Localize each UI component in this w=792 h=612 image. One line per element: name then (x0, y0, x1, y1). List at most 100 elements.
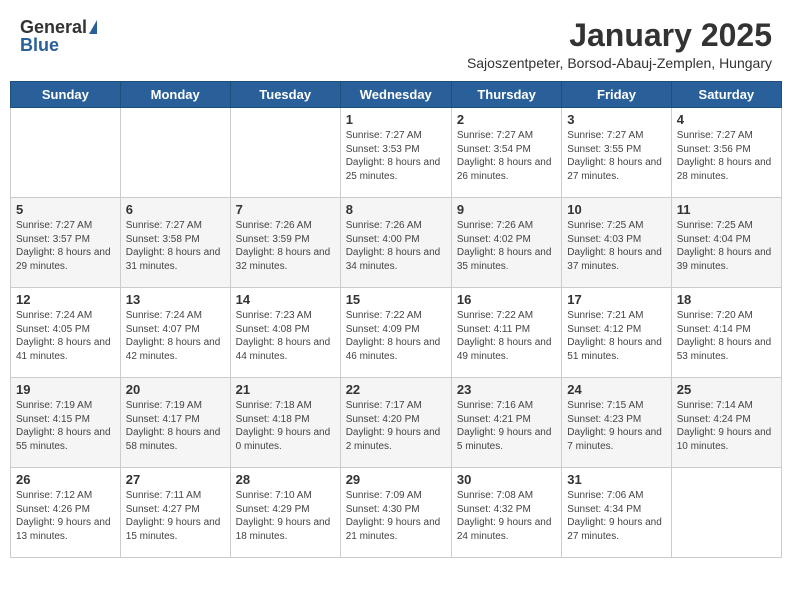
day-info: Sunrise: 7:27 AM Sunset: 3:53 PM Dayligh… (346, 129, 446, 183)
day-info: Sunrise: 7:11 AM Sunset: 4:27 PM Dayligh… (126, 489, 225, 543)
day-number: 26 (16, 472, 115, 487)
day-number: 9 (457, 202, 556, 217)
calendar-cell: 22 Sunrise: 7:17 AM Sunset: 4:20 PM Dayli… (340, 378, 451, 468)
day-info: Sunrise: 7:06 AM Sunset: 4:34 PM Dayligh… (567, 489, 665, 543)
page-subtitle: Sajoszentpeter, Borsod-Abauj-Zemplen, Hu… (467, 55, 772, 71)
calendar-cell: 27Sunrise: 7:11 AM Sunset: 4:27 PM Dayli… (120, 468, 230, 558)
day-number: 17 (567, 292, 665, 307)
weekday-header-monday: Monday (120, 82, 230, 108)
day-info: Sunrise: 7:26 AM Sunset: 4:00 PM Dayligh… (346, 219, 446, 273)
day-info: Sunrise: 7:18 AM Sunset: 4:18 PM Dayligh… (236, 399, 335, 453)
day-info: Sunrise: 7:27 AM Sunset: 3:54 PM Dayligh… (457, 129, 556, 183)
calendar-week-row: 12Sunrise: 7:24 AM Sunset: 4:05 PM Dayli… (11, 288, 782, 378)
calendar-cell (120, 108, 230, 198)
calendar-cell: 29Sunrise: 7:09 AM Sunset: 4:30 PM Dayli… (340, 468, 451, 558)
logo-triangle-icon (89, 20, 97, 34)
day-number: 31 (567, 472, 665, 487)
calendar-cell: 18 Sunrise: 7:20 AM Sunset: 4:14 PM Dayli… (671, 288, 781, 378)
calendar-cell: 30 Sunrise: 7:08 AM Sunset: 4:32 PM Dayli… (451, 468, 561, 558)
day-number: 7 (236, 202, 335, 217)
day-info: Sunrise: 7:22 AM Sunset: 4:09 PM Dayligh… (346, 309, 446, 363)
day-info: Sunrise: 7:08 AM Sunset: 4:32 PM Dayligh… (457, 489, 556, 543)
calendar-cell (671, 468, 781, 558)
calendar-cell: 17 Sunrise: 7:21 AM Sunset: 4:12 PM Dayli… (562, 288, 671, 378)
day-info: Sunrise: 7:25 AM Sunset: 4:03 PM Dayligh… (567, 219, 665, 273)
calendar-cell: 6 Sunrise: 7:27 AM Sunset: 3:58 PM Daylig… (120, 198, 230, 288)
day-info: Sunrise: 7:27 AM Sunset: 3:57 PM Dayligh… (16, 219, 115, 273)
day-number: 22 (346, 382, 446, 397)
calendar-cell: 23Sunrise: 7:16 AM Sunset: 4:21 PM Dayli… (451, 378, 561, 468)
calendar-cell: 5Sunrise: 7:27 AM Sunset: 3:57 PM Daylig… (11, 198, 121, 288)
day-info: Sunrise: 7:20 AM Sunset: 4:14 PM Dayligh… (677, 309, 776, 363)
weekday-header-friday: Friday (562, 82, 671, 108)
calendar-week-row: 5Sunrise: 7:27 AM Sunset: 3:57 PM Daylig… (11, 198, 782, 288)
day-number: 6 (126, 202, 225, 217)
calendar-cell: 25 Sunrise: 7:14 AM Sunset: 4:24 PM Dayli… (671, 378, 781, 468)
day-number: 18 (677, 292, 776, 307)
day-info: Sunrise: 7:19 AM Sunset: 4:15 PM Dayligh… (16, 399, 115, 453)
day-number: 25 (677, 382, 776, 397)
page-title: January 2025 (467, 18, 772, 53)
day-info: Sunrise: 7:21 AM Sunset: 4:12 PM Dayligh… (567, 309, 665, 363)
day-info: Sunrise: 7:23 AM Sunset: 4:08 PM Dayligh… (236, 309, 335, 363)
day-number: 20 (126, 382, 225, 397)
calendar-cell: 10Sunrise: 7:25 AM Sunset: 4:03 PM Dayli… (562, 198, 671, 288)
day-number: 15 (346, 292, 446, 307)
calendar-cell: 7 Sunrise: 7:26 AM Sunset: 3:59 PM Daylig… (230, 198, 340, 288)
calendar-cell: 31 Sunrise: 7:06 AM Sunset: 4:34 PM Dayli… (562, 468, 671, 558)
calendar-cell (230, 108, 340, 198)
day-number: 1 (346, 112, 446, 127)
day-info: Sunrise: 7:26 AM Sunset: 4:02 PM Dayligh… (457, 219, 556, 273)
weekday-header-saturday: Saturday (671, 82, 781, 108)
calendar-cell: 4 Sunrise: 7:27 AM Sunset: 3:56 PM Daylig… (671, 108, 781, 198)
day-info: Sunrise: 7:24 AM Sunset: 4:07 PM Dayligh… (126, 309, 225, 363)
calendar-cell: 26Sunrise: 7:12 AM Sunset: 4:26 PM Dayli… (11, 468, 121, 558)
day-number: 12 (16, 292, 115, 307)
day-info: Sunrise: 7:27 AM Sunset: 3:55 PM Dayligh… (567, 129, 665, 183)
title-block: January 2025 Sajoszentpeter, Borsod-Abau… (467, 18, 772, 71)
calendar-cell: 2Sunrise: 7:27 AM Sunset: 3:54 PM Daylig… (451, 108, 561, 198)
calendar-cell: 9 Sunrise: 7:26 AM Sunset: 4:02 PM Daylig… (451, 198, 561, 288)
calendar-cell: 14 Sunrise: 7:23 AM Sunset: 4:08 PM Dayli… (230, 288, 340, 378)
calendar-cell: 8 Sunrise: 7:26 AM Sunset: 4:00 PM Daylig… (340, 198, 451, 288)
page-header: General Blue January 2025 Sajoszentpeter… (10, 10, 782, 75)
day-number: 3 (567, 112, 665, 127)
calendar-cell: 3 Sunrise: 7:27 AM Sunset: 3:55 PM Daylig… (562, 108, 671, 198)
day-info: Sunrise: 7:27 AM Sunset: 3:58 PM Dayligh… (126, 219, 225, 273)
weekday-header-thursday: Thursday (451, 82, 561, 108)
day-info: Sunrise: 7:22 AM Sunset: 4:11 PM Dayligh… (457, 309, 556, 363)
day-number: 8 (346, 202, 446, 217)
calendar-cell: 28Sunrise: 7:10 AM Sunset: 4:29 PM Dayli… (230, 468, 340, 558)
day-info: Sunrise: 7:25 AM Sunset: 4:04 PM Dayligh… (677, 219, 776, 273)
weekday-header-tuesday: Tuesday (230, 82, 340, 108)
day-number: 14 (236, 292, 335, 307)
weekday-header-sunday: Sunday (11, 82, 121, 108)
day-info: Sunrise: 7:19 AM Sunset: 4:17 PM Dayligh… (126, 399, 225, 453)
calendar-cell: 16Sunrise: 7:22 AM Sunset: 4:11 PM Dayli… (451, 288, 561, 378)
calendar-cell: 24 Sunrise: 7:15 AM Sunset: 4:23 PM Dayli… (562, 378, 671, 468)
weekday-header-row: SundayMondayTuesdayWednesdayThursdayFrid… (11, 82, 782, 108)
calendar-cell: 19 Sunrise: 7:19 AM Sunset: 4:15 PM Dayli… (11, 378, 121, 468)
logo-general-text: General (20, 18, 87, 36)
day-info: Sunrise: 7:14 AM Sunset: 4:24 PM Dayligh… (677, 399, 776, 453)
day-number: 21 (236, 382, 335, 397)
calendar-cell: 11 Sunrise: 7:25 AM Sunset: 4:04 PM Dayli… (671, 198, 781, 288)
logo-blue-text: Blue (20, 36, 59, 54)
calendar-cell (11, 108, 121, 198)
day-number: 11 (677, 202, 776, 217)
day-info: Sunrise: 7:27 AM Sunset: 3:56 PM Dayligh… (677, 129, 776, 183)
day-info: Sunrise: 7:26 AM Sunset: 3:59 PM Dayligh… (236, 219, 335, 273)
calendar-week-row: 19 Sunrise: 7:19 AM Sunset: 4:15 PM Dayli… (11, 378, 782, 468)
weekday-header-wednesday: Wednesday (340, 82, 451, 108)
day-number: 4 (677, 112, 776, 127)
day-number: 19 (16, 382, 115, 397)
day-number: 23 (457, 382, 556, 397)
day-number: 30 (457, 472, 556, 487)
day-info: Sunrise: 7:17 AM Sunset: 4:20 PM Dayligh… (346, 399, 446, 453)
day-info: Sunrise: 7:15 AM Sunset: 4:23 PM Dayligh… (567, 399, 665, 453)
day-number: 24 (567, 382, 665, 397)
calendar-cell: 20 Sunrise: 7:19 AM Sunset: 4:17 PM Dayli… (120, 378, 230, 468)
calendar-table: SundayMondayTuesdayWednesdayThursdayFrid… (10, 81, 782, 558)
calendar-cell: 1 Sunrise: 7:27 AM Sunset: 3:53 PM Daylig… (340, 108, 451, 198)
day-number: 13 (126, 292, 225, 307)
